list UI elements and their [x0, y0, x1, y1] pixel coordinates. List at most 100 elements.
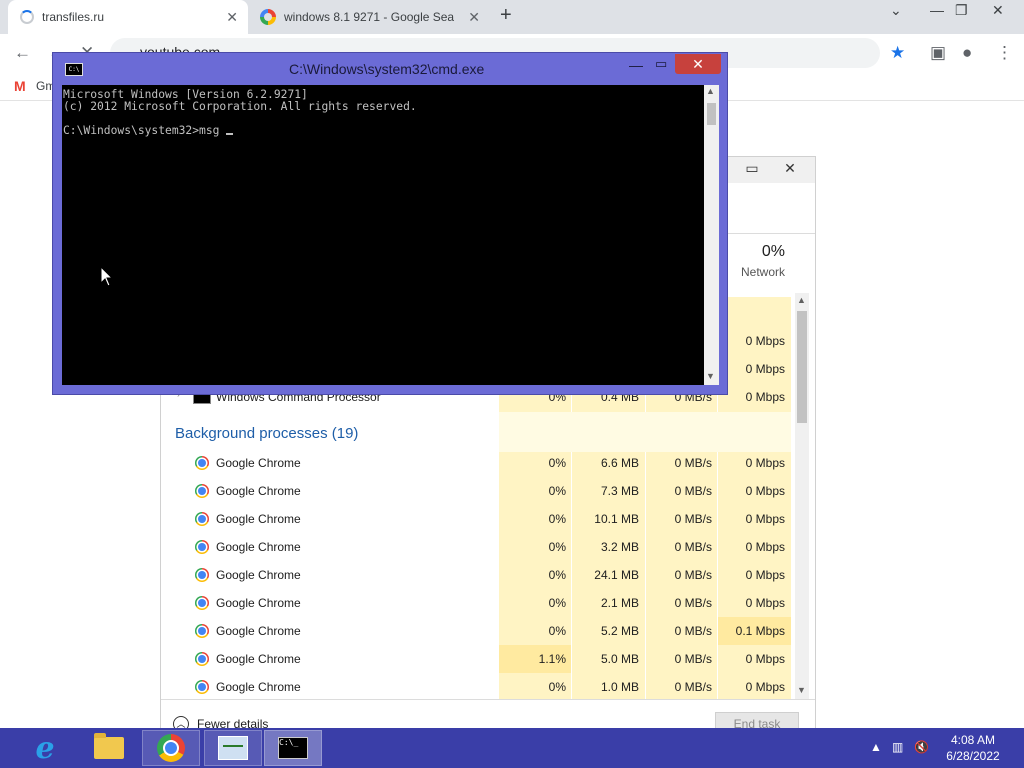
- menu-kebab-icon[interactable]: ⋮: [996, 43, 1013, 63]
- chrome-icon: [195, 680, 209, 694]
- process-name: Google Chrome: [216, 484, 301, 498]
- cmd-scrollbar[interactable]: ▲ ▼: [704, 85, 719, 385]
- table-row[interactable]: Google Chrome 0% 24.1 MB 0 MB/s 0 Mbps: [161, 561, 801, 589]
- memory-value: 2.1 MB: [600, 596, 639, 610]
- tab-title: transfiles.ru: [42, 10, 105, 24]
- taskbar-chrome[interactable]: [142, 730, 200, 766]
- memory-value: 7.3 MB: [600, 484, 639, 498]
- minimize-icon[interactable]: —: [930, 2, 944, 18]
- network-value: 0 Mbps: [745, 568, 785, 582]
- section-spacer: [499, 412, 791, 452]
- taskbar-internet-explorer[interactable]: e: [16, 730, 74, 766]
- taskbar-task-manager[interactable]: [204, 730, 262, 766]
- memory-value: 5.0 MB: [600, 652, 639, 666]
- close-window-icon[interactable]: ✕: [992, 2, 1004, 19]
- cmd-titlebar[interactable]: C:\ C:\Windows\system32\cmd.exe — ▭ ✕: [53, 53, 727, 85]
- disk-value: 0 MB/s: [674, 680, 712, 694]
- new-tab-button[interactable]: +: [500, 4, 512, 27]
- process-name: Google Chrome: [216, 652, 301, 666]
- cpu-value: 0%: [548, 624, 566, 638]
- table-row[interactable]: Google Chrome 0% 10.1 MB 0 MB/s 0 Mbps: [161, 505, 801, 533]
- google-icon: [260, 9, 276, 25]
- table-row[interactable]: Google Chrome 0% 7.3 MB 0 MB/s 0 Mbps: [161, 477, 801, 505]
- tab-google-search[interactable]: windows 8.1 9271 - Google Search ✕: [250, 0, 490, 34]
- table-row[interactable]: Google Chrome 0% 2.1 MB 0 MB/s 0 Mbps: [161, 589, 801, 617]
- tab-transfiles[interactable]: transfiles.ru ✕: [8, 0, 248, 34]
- maximize-icon[interactable]: ▭: [655, 56, 667, 72]
- chrome-icon: [195, 456, 209, 470]
- mouse-pointer-icon: [100, 266, 114, 287]
- process-name: Google Chrome: [216, 540, 301, 554]
- command-prompt-icon: C:\: [65, 63, 83, 76]
- chrome-icon: [195, 484, 209, 498]
- chrome-icon: [195, 568, 209, 582]
- scroll-down-arrow-icon[interactable]: ▼: [797, 685, 806, 695]
- command-prompt-icon: C:\_: [278, 737, 308, 759]
- network-value: 0 Mbps: [745, 484, 785, 498]
- cpu-value: 0%: [548, 484, 566, 498]
- taskbar-file-explorer[interactable]: [80, 730, 138, 766]
- close-icon[interactable]: ✕: [777, 160, 803, 180]
- chrome-icon: [195, 652, 209, 666]
- cpu-value: 0%: [548, 596, 566, 610]
- process-name: Google Chrome: [216, 568, 301, 582]
- background-processes-heading: Background processes (19): [175, 425, 359, 442]
- table-row[interactable]: Google Chrome 0% 5.2 MB 0 MB/s 0.1 Mbps: [161, 617, 801, 645]
- close-tab-icon[interactable]: ✕: [468, 9, 480, 26]
- chrome-icon: [195, 624, 209, 638]
- network-value: 0.1 Mbps: [735, 624, 785, 638]
- scrollbar-thumb[interactable]: [707, 103, 716, 125]
- network-value: 0 Mbps: [745, 456, 785, 470]
- bookmark-star-icon[interactable]: ★: [890, 43, 905, 63]
- chrome-icon: [157, 734, 185, 762]
- tab-search-chevron-down-icon[interactable]: ⌄: [890, 2, 902, 19]
- show-hidden-icons-icon[interactable]: ▲: [870, 740, 882, 754]
- network-value: 0 Mbps: [745, 596, 785, 610]
- volume-muted-icon[interactable]: 🔇: [914, 740, 929, 754]
- process-name: Google Chrome: [216, 624, 301, 638]
- network-value: 0 Mbps: [745, 652, 785, 666]
- disk-value: 0 MB/s: [674, 568, 712, 582]
- profile-avatar-icon[interactable]: ●: [962, 43, 972, 63]
- table-row[interactable]: Google Chrome 0% 3.2 MB 0 MB/s 0 Mbps: [161, 533, 801, 561]
- task-manager-scrollbar[interactable]: ▲ ▼: [795, 293, 809, 699]
- table-row[interactable]: Google Chrome 0% 6.6 MB 0 MB/s 0 Mbps: [161, 449, 801, 477]
- scroll-up-arrow-icon[interactable]: ▲: [706, 86, 715, 96]
- chrome-icon: [195, 596, 209, 610]
- disk-value: 0 MB/s: [674, 512, 712, 526]
- minimize-icon[interactable]: —: [629, 57, 643, 73]
- memory-value: 6.6 MB: [600, 456, 639, 470]
- maximize-icon[interactable]: ▭: [739, 160, 765, 180]
- close-icon[interactable]: ✕: [675, 54, 721, 74]
- internet-explorer-icon: e: [35, 730, 55, 766]
- taskbar-command-prompt[interactable]: C:\_: [264, 730, 322, 766]
- file-explorer-icon: [94, 733, 124, 759]
- scroll-down-arrow-icon[interactable]: ▼: [706, 371, 715, 381]
- windows-taskbar: e C:\_ ▲ ▥ 🔇 4:08 AM 6/28/2022: [0, 728, 1024, 768]
- close-tab-icon[interactable]: ✕: [226, 9, 238, 26]
- restore-icon[interactable]: ❐: [955, 2, 968, 19]
- disk-value: 0 MB/s: [674, 456, 712, 470]
- gmail-icon[interactable]: M: [14, 78, 26, 94]
- disk-value: 0 MB/s: [674, 596, 712, 610]
- scrollbar-thumb[interactable]: [797, 311, 807, 423]
- tab-title: windows 8.1 9271 - Google Search: [284, 10, 454, 24]
- table-row[interactable]: Google Chrome 1.1% 5.0 MB 0 MB/s 0 Mbps: [161, 645, 801, 673]
- browser-tabstrip: transfiles.ru ✕ windows 8.1 9271 - Googl…: [0, 0, 1024, 34]
- disk-value: 0 MB/s: [674, 652, 712, 666]
- system-clock[interactable]: 4:08 AM 6/28/2022: [940, 732, 1006, 764]
- scroll-up-arrow-icon[interactable]: ▲: [797, 295, 806, 305]
- cpu-value: 0%: [548, 680, 566, 694]
- table-row[interactable]: Google Chrome 0% 1.0 MB 0 MB/s 0 Mbps: [161, 673, 801, 701]
- memory-value: 10.1 MB: [594, 512, 639, 526]
- cpu-value: 0%: [548, 456, 566, 470]
- memory-value: 5.2 MB: [600, 624, 639, 638]
- cpu-value: 0%: [548, 512, 566, 526]
- chrome-icon: [195, 512, 209, 526]
- loading-spinner-icon: [20, 10, 34, 24]
- network-icon[interactable]: ▥: [892, 740, 903, 754]
- back-arrow-icon[interactable]: ←: [14, 43, 31, 63]
- side-panel-icon[interactable]: ▣: [930, 43, 946, 63]
- cpu-value: 0%: [548, 568, 566, 582]
- console-output[interactable]: Microsoft Windows [Version 6.2.9271] (c)…: [62, 85, 704, 385]
